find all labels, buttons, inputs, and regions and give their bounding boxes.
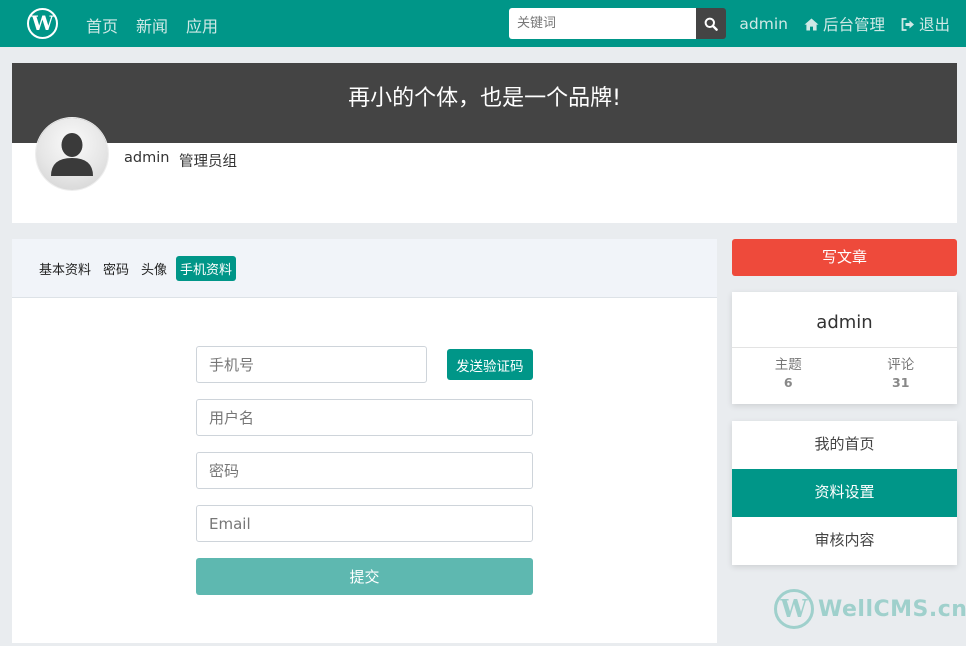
tab-mobile-info[interactable]: 手机资料 — [176, 255, 237, 281]
username-input[interactable] — [196, 399, 533, 436]
send-code-button[interactable]: 发送验证码 — [447, 349, 533, 380]
settings-card: 基本资料 密码 头像 手机资料 发送验证码 提交 — [12, 239, 717, 643]
top-navbar: W 首页 新闻 应用 admin 后台管理 退出 — [0, 0, 966, 47]
stat-comments-value: 31 — [892, 375, 910, 390]
tab-avatar[interactable]: 头像 — [138, 256, 170, 281]
phone-row: 发送验证码 — [196, 346, 533, 383]
main-nav: 首页 新闻 应用 — [86, 13, 218, 37]
submit-button[interactable]: 提交 — [196, 558, 533, 595]
search-box — [509, 8, 726, 39]
menu-item-profile-settings[interactable]: 资料设置 — [732, 469, 957, 517]
stat-threads[interactable]: 主题 6 — [732, 357, 845, 392]
user-menu: 我的首页 资料设置 审核内容 — [732, 421, 957, 565]
email-input[interactable] — [196, 505, 533, 542]
nav-user-area: admin 后台管理 退出 — [739, 13, 950, 35]
phone-input[interactable] — [196, 346, 427, 383]
site-logo[interactable]: W — [27, 8, 58, 39]
user-silhouette-icon — [51, 133, 93, 176]
logout-label: 退出 — [918, 16, 950, 34]
search-icon — [704, 17, 718, 31]
watermark-text: WellCMS.cn — [818, 596, 966, 622]
nav-link-apps[interactable]: 应用 — [186, 13, 218, 37]
nav-link-news[interactable]: 新闻 — [136, 13, 168, 37]
banner-slogan: 再小的个体，也是一个品牌! — [12, 63, 957, 143]
nav-link-home[interactable]: 首页 — [86, 13, 118, 37]
search-input[interactable] — [509, 8, 696, 39]
stat-threads-label: 主题 — [774, 357, 802, 373]
user-summary-card: admin 主题 6 评论 31 — [732, 292, 957, 404]
tab-password[interactable]: 密码 — [100, 256, 132, 281]
write-article-button[interactable]: 写文章 — [732, 239, 957, 276]
user-stats: 主题 6 评论 31 — [732, 348, 957, 392]
search-button[interactable] — [696, 8, 726, 39]
password-input[interactable] — [196, 452, 533, 489]
mobile-form: 发送验证码 提交 — [196, 346, 533, 595]
nav-username[interactable]: admin — [739, 15, 788, 33]
stat-threads-value: 6 — [783, 375, 793, 390]
watermark: W WellCMS.cn — [774, 589, 966, 629]
home-icon — [804, 18, 819, 30]
profile-header-card: 再小的个体，也是一个品牌! admin 管理员组 — [12, 63, 957, 223]
settings-tabs: 基本资料 密码 头像 手机资料 — [12, 239, 717, 298]
admin-panel-label: 后台管理 — [822, 16, 885, 34]
watermark-logo-icon: W — [774, 589, 814, 629]
avatar[interactable] — [36, 118, 108, 190]
menu-item-review-content[interactable]: 审核内容 — [732, 517, 957, 565]
tab-basic-info[interactable]: 基本资料 — [36, 256, 94, 281]
user-card-name: admin — [732, 292, 957, 348]
logout-link[interactable]: 退出 — [901, 13, 950, 35]
profile-username: admin — [124, 150, 170, 166]
profile-group: 管理员组 — [179, 154, 237, 170]
menu-item-my-home[interactable]: 我的首页 — [732, 421, 957, 469]
admin-panel-link[interactable]: 后台管理 — [804, 13, 885, 35]
sign-out-icon — [901, 17, 914, 31]
stat-comments-label: 评论 — [887, 357, 915, 373]
stat-comments[interactable]: 评论 31 — [845, 357, 958, 392]
